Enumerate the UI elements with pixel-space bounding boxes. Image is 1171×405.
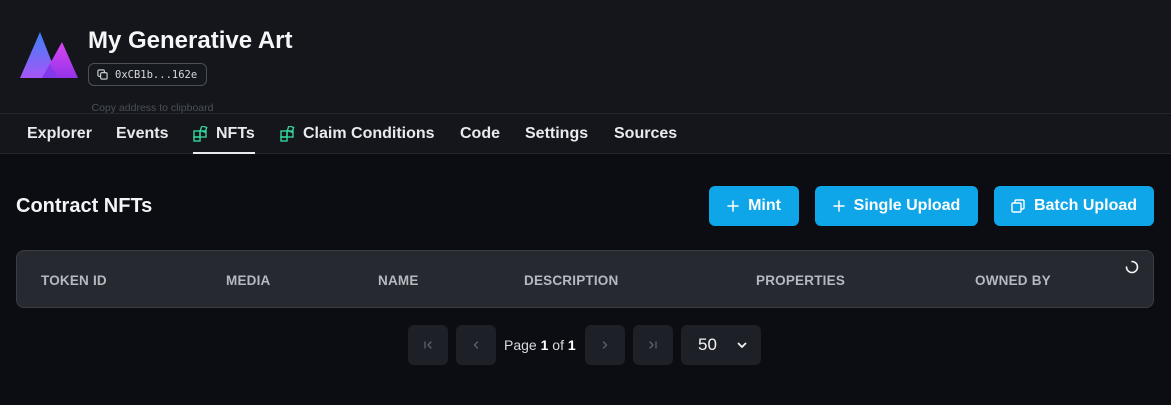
tab-nfts[interactable]: NFTs (193, 114, 255, 154)
copy-icon (97, 69, 108, 80)
extension-icon (280, 126, 295, 142)
page-size-select[interactable]: 50 (681, 325, 761, 365)
tab-label: Settings (525, 125, 589, 142)
first-page-button[interactable] (408, 325, 448, 365)
tab-settings[interactable]: Settings (525, 114, 588, 154)
batch-upload-button[interactable]: Batch Upload (994, 186, 1154, 226)
tab-label: Events (116, 125, 169, 142)
contract-header: My Generative Art 0xCB1b...162e Copy add… (0, 0, 1171, 113)
chevron-right-icon (602, 341, 608, 349)
column-header-token-id[interactable]: TOKEN ID (41, 273, 107, 288)
single-upload-button-label: Single Upload (853, 197, 961, 214)
contract-logo-icon (20, 32, 78, 78)
tab-label: Sources (614, 125, 678, 142)
tab-claim-conditions[interactable]: Claim Conditions (280, 114, 435, 154)
current-page: 1 (540, 337, 549, 353)
tab-label: Code (460, 125, 500, 142)
total-pages: 1 (567, 337, 576, 353)
loading-spinner-icon (1125, 260, 1139, 274)
chevron-left-icon (473, 341, 479, 349)
copy-icon (1011, 199, 1025, 213)
page-word: Page (504, 337, 537, 353)
plus-icon (832, 200, 845, 212)
plus-icon (727, 200, 739, 212)
nft-table: TOKEN ID MEDIA NAME DESCRIPTION PROPERTI… (16, 250, 1154, 308)
tab-label: NFTs (216, 125, 255, 142)
extension-icon (193, 126, 208, 142)
last-page-icon (649, 341, 657, 349)
contract-tabs: Explorer Events NFTs Claim Conditions Co… (0, 113, 1171, 154)
copy-address-button[interactable]: 0xCB1b...162e (88, 63, 208, 86)
tab-label: Explorer (27, 125, 92, 142)
chevron-down-icon (737, 342, 747, 348)
section-title: Contract NFTs (16, 195, 153, 217)
column-header-media[interactable]: MEDIA (226, 273, 271, 288)
first-page-icon (424, 341, 432, 349)
batch-upload-button-label: Batch Upload (1033, 197, 1138, 214)
tab-code[interactable]: Code (460, 114, 500, 154)
mint-button[interactable]: Mint (709, 186, 799, 226)
column-header-description[interactable]: DESCRIPTION (524, 273, 618, 288)
contract-address: 0xCB1b...162e (115, 68, 198, 81)
column-header-properties[interactable]: PROPERTIES (756, 273, 845, 288)
single-upload-button[interactable]: Single Upload (815, 186, 978, 226)
tab-label: Claim Conditions (303, 125, 435, 142)
column-header-name[interactable]: NAME (378, 273, 419, 288)
page-size-value: 50 (698, 335, 717, 354)
tab-explorer[interactable]: Explorer (27, 114, 92, 154)
mint-button-label: Mint (748, 197, 781, 214)
tab-sources[interactable]: Sources (614, 114, 677, 154)
copy-address-tooltip: Copy address to clipboard (91, 102, 214, 113)
of-word: of (552, 337, 564, 353)
contract-title: My Generative Art (88, 27, 293, 54)
previous-page-button[interactable] (456, 325, 496, 365)
next-page-button[interactable] (585, 325, 625, 365)
last-page-button[interactable] (633, 325, 673, 365)
page-indicator: Page 1 of 1 (504, 337, 576, 353)
tab-events[interactable]: Events (116, 114, 168, 154)
column-header-owned-by[interactable]: OWNED BY (975, 273, 1051, 288)
